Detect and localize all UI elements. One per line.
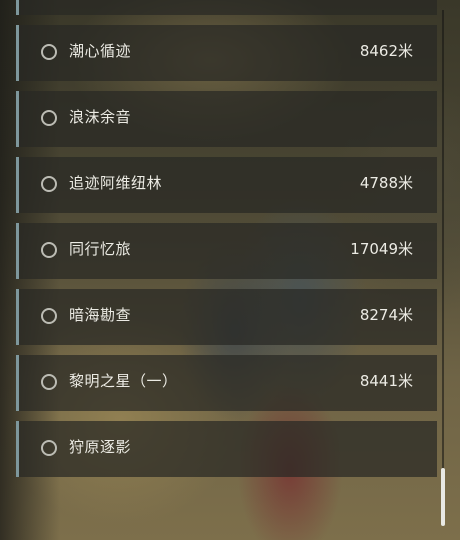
- scrollbar-thumb[interactable]: [441, 468, 445, 526]
- quest-item[interactable]: 黎明之星（一） 8441米: [16, 355, 437, 411]
- radio-unchecked-icon[interactable]: [41, 440, 57, 456]
- quest-distance: 8441米: [359, 372, 413, 390]
- radio-unchecked-icon[interactable]: [41, 176, 57, 192]
- scrollbar[interactable]: [441, 10, 445, 526]
- quest-distance: 4788米: [359, 174, 413, 192]
- quest-name: 黎明之星（一）: [69, 372, 178, 390]
- quest-item[interactable]: 浪沫余音: [16, 91, 437, 147]
- list-item-partial[interactable]: [16, 0, 437, 15]
- quest-item[interactable]: 暗海勘查 8274米: [16, 289, 437, 345]
- quest-name: 同行忆旅: [69, 240, 132, 258]
- quest-item[interactable]: 潮心循迹 8462米: [16, 25, 437, 81]
- radio-unchecked-icon[interactable]: [41, 110, 57, 126]
- quest-item[interactable]: 狩原逐影: [16, 421, 437, 477]
- quest-distance: 8462米: [359, 42, 413, 60]
- radio-unchecked-icon[interactable]: [41, 242, 57, 258]
- radio-unchecked-icon[interactable]: [41, 374, 57, 390]
- quest-name: 暗海勘查: [69, 306, 132, 324]
- quest-name: 追迹阿维纽林: [69, 174, 163, 192]
- quest-distance: 8274米: [359, 306, 413, 324]
- quest-distance: 17049米: [350, 240, 413, 258]
- radio-unchecked-icon[interactable]: [41, 308, 57, 324]
- quest-name: 浪沫余音: [69, 108, 132, 126]
- quest-list: 潮心循迹 8462米 浪沫余音 追迹阿维纽林 4788米 同行忆旅 17049米…: [16, 0, 437, 540]
- quest-item[interactable]: 追迹阿维纽林 4788米: [16, 157, 437, 213]
- quest-item[interactable]: 同行忆旅 17049米: [16, 223, 437, 279]
- quest-name: 狩原逐影: [69, 438, 132, 456]
- quest-name: 潮心循迹: [69, 42, 132, 60]
- scrollbar-track[interactable]: [442, 10, 444, 526]
- radio-unchecked-icon[interactable]: [41, 44, 57, 60]
